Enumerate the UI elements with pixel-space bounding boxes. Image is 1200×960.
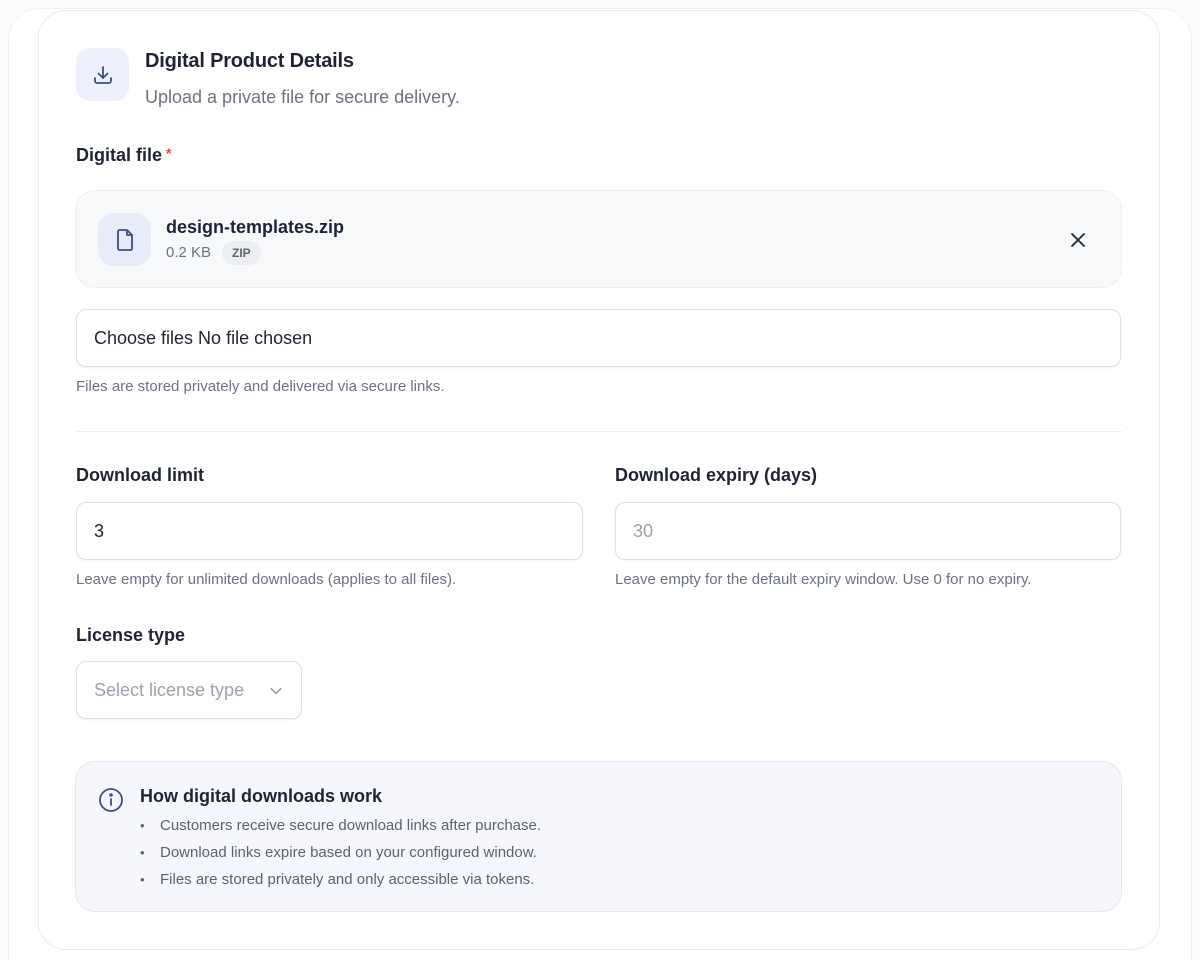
info-title: How digital downloads work: [140, 786, 383, 806]
info-list: Customers receive secure download links …: [140, 817, 541, 898]
info-icon: [99, 788, 123, 812]
required-marker: *: [166, 145, 172, 161]
file-type-badge: ZIP: [222, 241, 261, 265]
section-subtitle: Upload a private file for secure deliver…: [145, 87, 460, 107]
download-expiry-placeholder: 30: [633, 520, 654, 541]
download-expiry-input[interactable]: 30: [615, 502, 1121, 560]
license-type-select[interactable]: Select license type: [76, 661, 302, 719]
list-item: Files are stored privately and only acce…: [140, 871, 541, 898]
file-input-text: Choose files No file chosen: [94, 327, 313, 348]
digital-file-label: Digital file *: [76, 145, 171, 166]
download-limit-label: Download limit: [76, 465, 204, 485]
divider: [76, 431, 1122, 432]
list-item: Download links expire based on your conf…: [140, 844, 541, 871]
chevron-down-icon: [270, 687, 282, 695]
uploaded-file-card: design-templates.zip 0.2 KB ZIP: [75, 190, 1122, 288]
file-name: design-templates.zip: [166, 217, 345, 237]
download-expiry-label: Download expiry (days): [615, 465, 818, 485]
download-expiry-help: Leave empty for the default expiry windo…: [615, 571, 1032, 588]
download-limit-value: 3: [94, 520, 105, 541]
file-help-text: Files are stored privately and delivered…: [76, 378, 445, 395]
info-box: How digital downloads work Customers rec…: [75, 761, 1122, 912]
file-input[interactable]: Choose files No file chosen: [76, 309, 1121, 367]
license-type-label: License type: [76, 625, 186, 645]
section-title: Digital Product Details: [145, 50, 354, 72]
remove-file-button[interactable]: [1063, 225, 1093, 255]
download-limit-help: Leave empty for unlimited downloads (app…: [76, 571, 457, 588]
download-limit-input[interactable]: 3: [76, 502, 583, 560]
digital-file-label-text: Digital file: [76, 145, 163, 165]
list-item: Customers receive secure download links …: [140, 817, 541, 844]
license-type-placeholder: Select license type: [94, 679, 245, 700]
download-icon: [76, 48, 129, 101]
file-size: 0.2 KB: [166, 244, 212, 261]
file-icon: [98, 213, 151, 266]
close-icon: [1071, 233, 1085, 247]
